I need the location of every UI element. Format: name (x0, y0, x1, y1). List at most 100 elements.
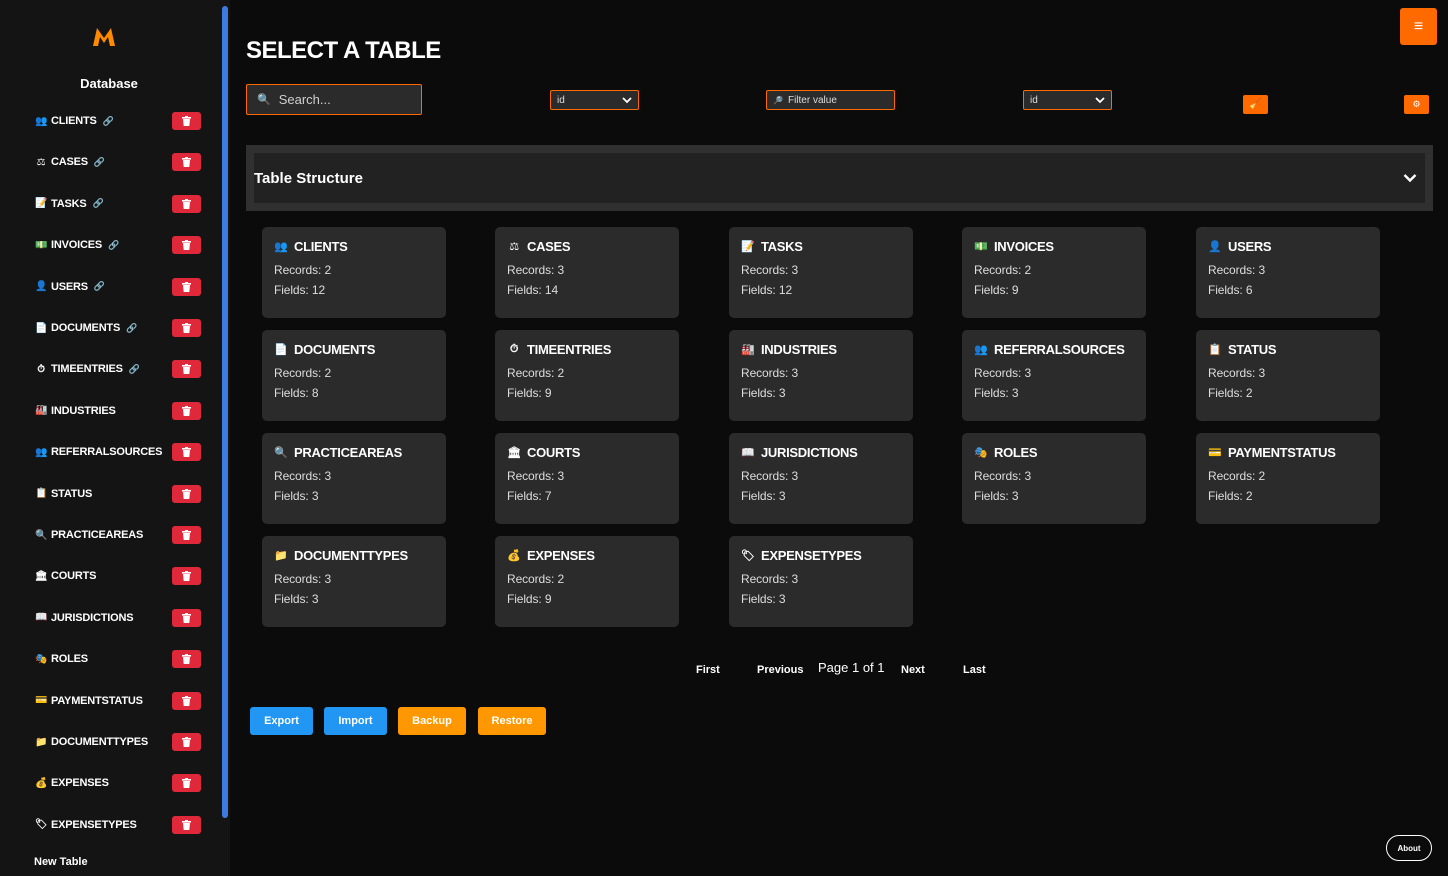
sidebar-item-paymentstatus[interactable]: 💳 PAYMENTSTATUS (35, 691, 201, 711)
pagination-previous[interactable]: Previous (757, 664, 803, 676)
delete-table-button[interactable] (172, 153, 201, 172)
table-card-expenses[interactable]: 💰 EXPENSES Records: 2 Fields: 9 (495, 536, 679, 627)
delete-table-button[interactable] (172, 360, 201, 379)
sidebar-item-content[interactable]: 📖 JURISDICTIONS (35, 612, 134, 624)
import-button[interactable]: Import (324, 707, 387, 735)
table-card-referralsources[interactable]: 👥 REFERRALSOURCES Records: 3 Fields: 3 (962, 330, 1146, 421)
card-name: REFERRALSOURCES (994, 342, 1125, 357)
filter-field-select[interactable]: id (1023, 90, 1112, 110)
table-structure-header[interactable]: Table Structure (254, 153, 1425, 203)
sidebar-item-content[interactable]: 🏷 EXPENSETYPES (35, 819, 137, 831)
sidebar-item-content[interactable]: 🎭 ROLES (35, 653, 88, 665)
delete-table-button[interactable] (172, 733, 201, 751)
delete-table-button[interactable] (172, 401, 201, 420)
sidebar-item-roles[interactable]: 🎭 ROLES (35, 649, 201, 669)
table-card-expensetypes[interactable]: 🏷 EXPENSETYPES Records: 3 Fields: 3 (729, 536, 913, 627)
sidebar-item-content[interactable]: 📝 TASKS 🔗 (35, 198, 104, 210)
sidebar-item-referralsources[interactable]: 👥 REFERRALSOURCES (35, 442, 201, 462)
sidebar-item-status[interactable]: 📋 STATUS (35, 484, 201, 504)
sidebar-item-clients[interactable]: 👥 CLIENTS 🔗 (35, 111, 201, 131)
sidebar-item-label: PAYMENTSTATUS (51, 694, 143, 707)
delete-table-button[interactable] (172, 815, 201, 834)
clear-filter-button[interactable]: 🧹 (1243, 95, 1268, 114)
sidebar-item-documenttypes[interactable]: 📁 DOCUMENTTYPES (35, 732, 201, 752)
export-button[interactable]: Export (250, 707, 313, 735)
sidebar-item-expenses[interactable]: 💰 EXPENSES (35, 773, 201, 793)
delete-table-button[interactable] (172, 194, 201, 213)
card-title: 👥 CLIENTS (274, 239, 434, 254)
table-card-clients[interactable]: 👥 CLIENTS Records: 2 Fields: 12 (262, 227, 446, 318)
table-card-documenttypes[interactable]: 📁 DOCUMENTTYPES Records: 3 Fields: 3 (262, 536, 446, 627)
delete-table-button[interactable] (172, 608, 201, 627)
sidebar-item-content[interactable]: 💵 INVOICES 🔗 (35, 239, 119, 251)
sidebar-item-documents[interactable]: 📄 DOCUMENTS 🔗 (35, 318, 201, 338)
menu-button[interactable]: ≡ (1400, 8, 1437, 45)
pagination-next[interactable]: Next (901, 664, 925, 676)
sidebar-item-content[interactable]: 📁 DOCUMENTTYPES (35, 736, 148, 748)
delete-table-button[interactable] (172, 526, 201, 544)
sidebar-item-industries[interactable]: 🏭 INDUSTRIES (35, 401, 201, 421)
sidebar-item-courts[interactable]: 🏛 COURTS (35, 566, 201, 586)
delete-table-button[interactable] (172, 650, 201, 669)
sidebar-item-jurisdictions[interactable]: 📖 JURISDICTIONS (35, 608, 201, 628)
backup-button[interactable]: Backup (398, 707, 466, 735)
sidebar-item-expensetypes[interactable]: 🏷 EXPENSETYPES (35, 815, 201, 835)
delete-table-button[interactable] (172, 567, 201, 586)
sidebar-scrollbar[interactable] (222, 6, 228, 818)
search-input[interactable] (276, 91, 411, 108)
search-box[interactable]: 🔍 (246, 84, 422, 115)
sidebar-item-content[interactable]: 📄 DOCUMENTS 🔗 (35, 322, 137, 334)
sidebar-item-content[interactable]: 🏛 COURTS (35, 570, 96, 582)
sidebar-item-content[interactable]: 📋 STATUS (35, 488, 92, 500)
chevron-down-icon[interactable] (1403, 173, 1417, 183)
sidebar-item-users[interactable]: 👤 USERS 🔗 (35, 277, 201, 297)
table-card-courts[interactable]: 🏛 COURTS Records: 3 Fields: 7 (495, 433, 679, 524)
table-card-roles[interactable]: 🎭 ROLES Records: 3 Fields: 3 (962, 433, 1146, 524)
card-name: COURTS (527, 445, 581, 460)
sidebar-item-cases[interactable]: ⚖ CASES 🔗 (35, 152, 201, 172)
table-card-practiceareas[interactable]: 🔍 PRACTICEAREAS Records: 3 Fields: 3 (262, 433, 446, 524)
table-card-jurisdictions[interactable]: 📖 JURISDICTIONS Records: 3 Fields: 3 (729, 433, 913, 524)
delete-table-button[interactable] (172, 774, 201, 793)
sidebar-item-invoices[interactable]: 💵 INVOICES 🔗 (35, 235, 201, 255)
delete-table-button[interactable] (172, 236, 201, 255)
delete-table-button[interactable] (172, 112, 201, 130)
delete-table-button[interactable] (172, 484, 201, 503)
sidebar-item-content[interactable]: 🏭 INDUSTRIES (35, 405, 116, 417)
filter-box[interactable]: 🔎 (766, 90, 895, 110)
sort-field-select[interactable]: id (550, 90, 639, 110)
restore-button[interactable]: Restore (478, 707, 546, 735)
card-records: Records: 2 (507, 366, 565, 380)
sidebar-item-content[interactable]: 👥 REFERRALSOURCES (35, 446, 162, 458)
table-card-documents[interactable]: 📄 DOCUMENTS Records: 2 Fields: 8 (262, 330, 446, 421)
sidebar-item-content[interactable]: 👥 CLIENTS 🔗 (35, 115, 114, 127)
pagination-first[interactable]: First (696, 664, 720, 676)
delete-table-button[interactable] (172, 691, 201, 710)
sidebar-item-tasks[interactable]: 📝 TASKS 🔗 (35, 194, 201, 214)
sidebar-item-content[interactable]: 💳 PAYMENTSTATUS (35, 695, 143, 707)
sidebar-item-content[interactable]: ⚖ CASES 🔗 (35, 156, 106, 168)
table-card-invoices[interactable]: 💵 INVOICES Records: 2 Fields: 9 (962, 227, 1146, 318)
delete-table-button[interactable] (172, 443, 201, 462)
table-card-cases[interactable]: ⚖ CASES Records: 3 Fields: 14 (495, 227, 679, 318)
sidebar-item-practiceareas[interactable]: 🔍 PRACTICEAREAS (35, 525, 201, 545)
delete-table-button[interactable] (172, 277, 201, 296)
table-card-timeentries[interactable]: ⏱ TIMEENTRIES Records: 2 Fields: 9 (495, 330, 679, 421)
table-card-paymentstatus[interactable]: 💳 PAYMENTSTATUS Records: 2 Fields: 2 (1196, 433, 1380, 524)
pagination-last[interactable]: Last (963, 664, 986, 676)
sidebar-item-timeentries[interactable]: ⏱ TIMEENTRIES 🔗 (35, 359, 201, 379)
delete-table-button[interactable] (172, 319, 201, 337)
sidebar-item-content[interactable]: 🔍 PRACTICEAREAS (35, 529, 143, 541)
table-card-industries[interactable]: 🏭 INDUSTRIES Records: 3 Fields: 3 (729, 330, 913, 421)
sidebar-item-content[interactable]: 👤 USERS 🔗 (35, 281, 105, 293)
settings-button[interactable]: ⚙ (1404, 95, 1429, 114)
table-card-users[interactable]: 👤 USERS Records: 3 Fields: 6 (1196, 227, 1380, 318)
trash-icon (182, 612, 191, 623)
about-button[interactable]: About (1386, 835, 1432, 861)
sidebar-item-content[interactable]: ⏱ TIMEENTRIES 🔗 (35, 363, 140, 375)
sidebar-item-content[interactable]: 💰 EXPENSES (35, 777, 109, 789)
filter-value-input[interactable] (785, 93, 895, 107)
table-card-tasks[interactable]: 📝 TASKS Records: 3 Fields: 12 (729, 227, 913, 318)
new-table-link[interactable]: New Table (34, 856, 88, 868)
table-card-status[interactable]: 📋 STATUS Records: 3 Fields: 2 (1196, 330, 1380, 421)
